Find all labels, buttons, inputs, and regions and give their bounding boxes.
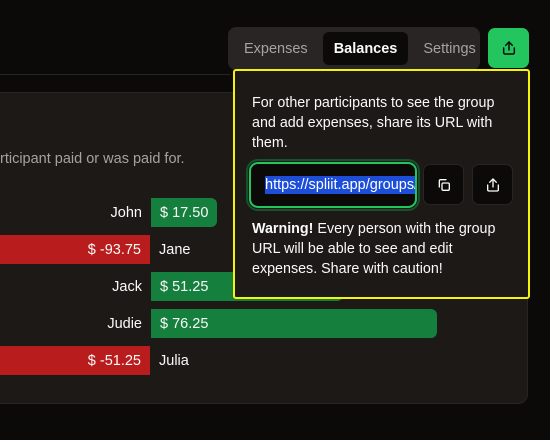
participant-name: John xyxy=(110,204,142,221)
share-instructions: For other participants to see the group … xyxy=(252,95,495,151)
group-url-input[interactable]: https://spliit.app/groups/ xyxy=(249,162,417,208)
share-warning: Warning! Every person with the group URL… xyxy=(252,219,514,279)
tab-expenses[interactable]: Expenses xyxy=(233,32,319,65)
share-icon xyxy=(502,41,515,55)
tab-settings[interactable]: Settings xyxy=(412,32,486,65)
balances-description: rticipant paid or was paid for. xyxy=(0,151,185,167)
balance-bar-negative: $ -93.75 xyxy=(0,235,150,264)
balance-bar-positive: $ 76.25 xyxy=(151,309,437,338)
tab-balances[interactable]: Balances xyxy=(322,32,409,65)
participant-name: Julia xyxy=(159,352,189,369)
participant-name: Judie xyxy=(107,315,142,332)
copy-icon xyxy=(438,178,450,191)
share-url-row: https://spliit.app/groups/ xyxy=(249,162,514,208)
share-url-button[interactable] xyxy=(472,164,513,205)
warning-title: Warning! xyxy=(252,221,314,237)
copy-url-button[interactable] xyxy=(423,164,464,205)
participant-name: Jane xyxy=(159,241,191,258)
share-button[interactable] xyxy=(488,28,529,68)
group-url-text: https://spliit.app/groups/ xyxy=(265,176,417,194)
participant-name: Jack xyxy=(112,278,142,295)
balance-bar-negative: $ -51.25 xyxy=(0,346,150,375)
share-icon xyxy=(486,177,499,192)
header-divider xyxy=(0,74,230,75)
balance-bar-positive: $ 17.50 xyxy=(151,198,217,227)
share-popover: For other participants to see the group … xyxy=(233,69,530,299)
balance-row: Judie $ 76.25 xyxy=(0,309,550,339)
group-tabs: Expenses Balances Settings xyxy=(228,27,480,70)
balance-row: $ -51.25 Julia xyxy=(0,346,550,376)
